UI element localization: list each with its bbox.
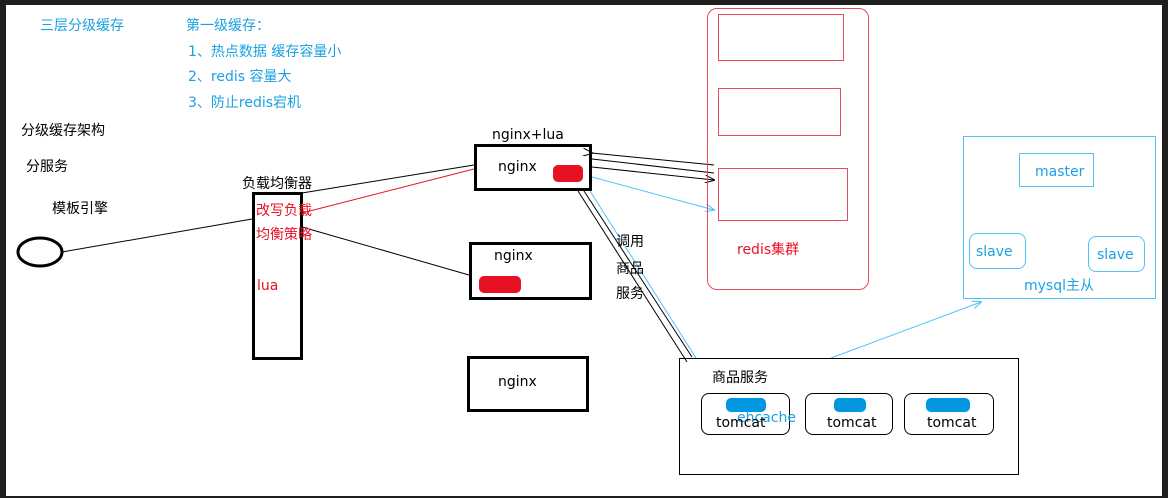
architecture-label: 分级缓存架构 bbox=[21, 123, 105, 139]
nginx-redis-blue-line bbox=[591, 176, 714, 210]
load-balancer-title: 负载均衡器 bbox=[242, 176, 312, 192]
mysql-label: mysql主从 bbox=[1024, 278, 1094, 294]
client-to-lb-line bbox=[61, 218, 253, 253]
client-ellipse bbox=[16, 236, 64, 268]
tomcat-node-2-label: tomcat bbox=[827, 415, 877, 431]
tomcat-node-2-cache-marker bbox=[834, 398, 866, 412]
mysql-master-label: master bbox=[1035, 164, 1085, 180]
redis-cluster-label: redis集群 bbox=[737, 242, 800, 258]
rewrite-label-1: 改写负载 bbox=[256, 203, 312, 219]
redis-node-2 bbox=[718, 88, 841, 136]
level1-item-3: 3、防止redis宕机 bbox=[188, 95, 302, 111]
level1-item-1: 1、热点数据 缓存容量小 bbox=[188, 44, 342, 60]
nginx-lua-label: nginx+lua bbox=[492, 127, 564, 143]
product-to-mysql-line bbox=[830, 302, 981, 359]
level1-heading: 第一级缓存： bbox=[186, 18, 270, 34]
nginx-node-2-cache-marker bbox=[479, 276, 521, 293]
nginx-redis-line-3 bbox=[591, 166, 714, 180]
nginx-redis-line-1 bbox=[592, 153, 715, 166]
tomcat-node-1-label: tomcat bbox=[716, 415, 766, 431]
lua-label: lua bbox=[257, 278, 279, 294]
lb-to-nginx2-line bbox=[301, 226, 470, 276]
mysql-slave-1-label: slave bbox=[976, 244, 1013, 260]
mysql-slave-2-label: slave bbox=[1097, 247, 1134, 263]
call-label-2: 商品 bbox=[616, 261, 644, 277]
product-service-title: 商品服务 bbox=[712, 370, 768, 386]
tomcat-node-3-cache-marker bbox=[926, 398, 970, 412]
nginx-node-2-label: nginx bbox=[494, 248, 533, 264]
call-label-1: 调用 bbox=[616, 234, 644, 250]
template-engine-label: 模板引擎 bbox=[52, 201, 108, 217]
rewrite-label-2: 均衡策略 bbox=[256, 227, 312, 243]
nginx-node-1-cache-marker bbox=[553, 165, 583, 182]
call-label-3: 服务 bbox=[616, 286, 644, 302]
redis-node-3 bbox=[718, 168, 848, 221]
nginx-node-3-label: nginx bbox=[498, 374, 537, 390]
redis-node-1 bbox=[718, 14, 844, 61]
level1-item-2: 2、redis 容量大 bbox=[188, 69, 292, 85]
nginx-node-1-label: nginx bbox=[498, 159, 537, 175]
diagram-canvas: 三层分级缓存 第一级缓存： 1、热点数据 缓存容量小 2、redis 容量大 3… bbox=[6, 5, 1162, 496]
tomcat-node-3-label: tomcat bbox=[927, 415, 977, 431]
sub-service-label: 分服务 bbox=[26, 159, 68, 175]
diagram-title: 三层分级缓存 bbox=[40, 18, 124, 34]
lb-to-nginx1-line bbox=[301, 164, 475, 194]
lb-to-nginx1-red-line bbox=[301, 168, 475, 214]
nginx-redis-line-2 bbox=[591, 158, 715, 174]
